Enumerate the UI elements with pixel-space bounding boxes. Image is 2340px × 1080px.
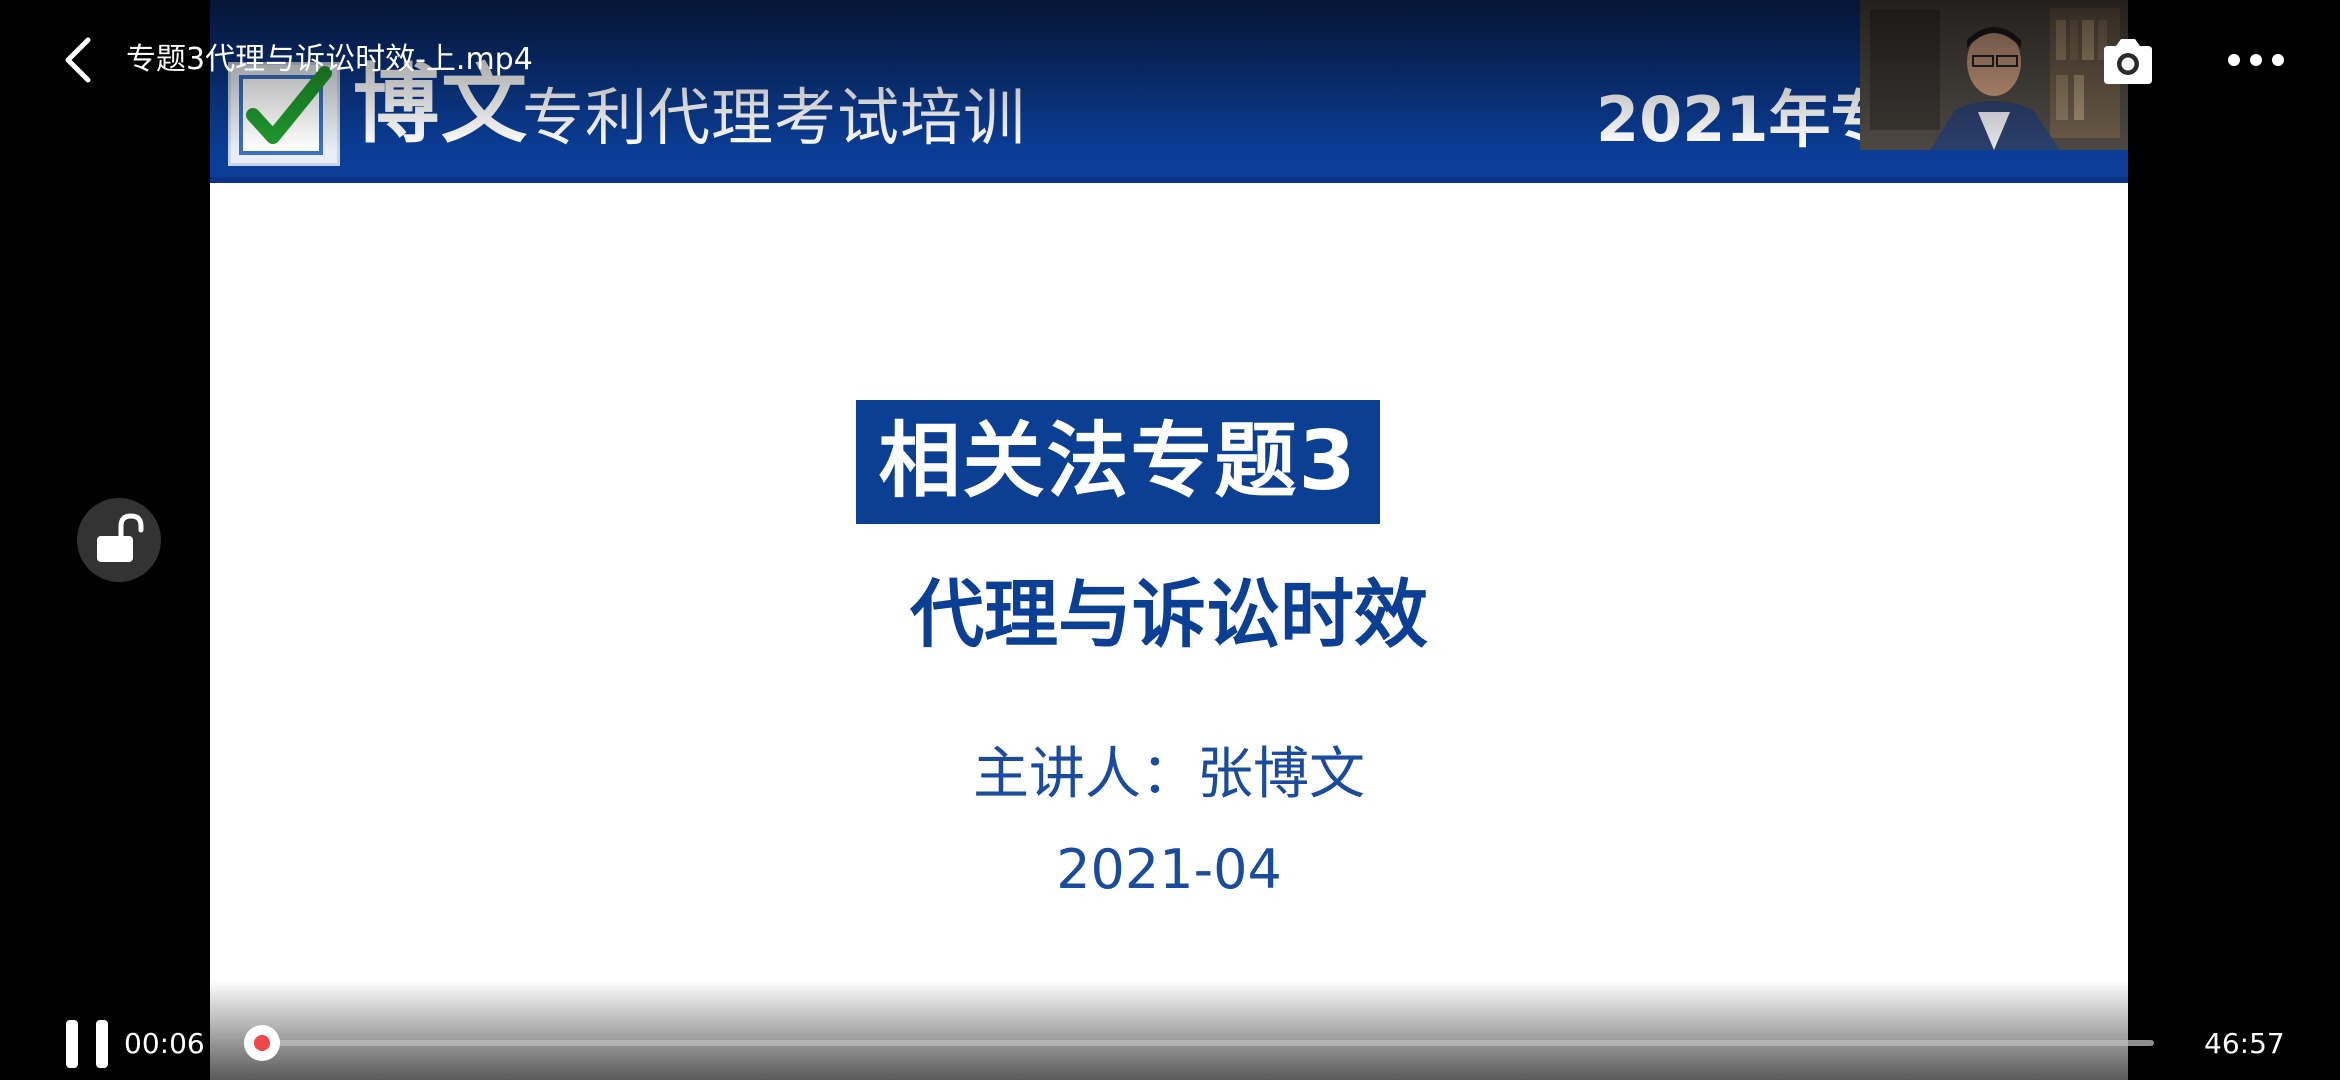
course-year-title: 2021年专 — [1596, 83, 1893, 156]
video-player-screen[interactable]: 博文 专利代理考试培训 2021年专 相关法专题3 代理与诉讼时效 主讲人：张博… — [0, 0, 2340, 1080]
more-options-button[interactable] — [2224, 42, 2288, 78]
video-frame[interactable]: 博文 专利代理考试培训 2021年专 相关法专题3 代理与诉讼时效 主讲人：张博… — [210, 0, 2128, 1080]
lecture-date: 2021-04 — [1056, 838, 1282, 901]
lecturer-webcam-overlay — [1860, 0, 2128, 150]
topic-subtitle: 代理与诉讼时效 — [910, 572, 1428, 658]
more-dots-icon — [2228, 54, 2284, 66]
lecturer-video-image — [1860, 0, 2128, 150]
unlock-icon — [97, 513, 144, 562]
back-button[interactable] — [50, 30, 110, 90]
topic-title-box: 相关法专题3 — [856, 400, 1380, 524]
lecturer-name: 主讲人：张博文 — [973, 742, 1365, 807]
progress-bar[interactable] — [244, 1025, 2154, 1061]
progress-thumb[interactable] — [244, 1025, 280, 1061]
brand-subtitle: 专利代理考试培训 — [522, 81, 1027, 154]
screenshot-button[interactable] — [2098, 32, 2158, 92]
chevron-left-icon — [65, 37, 91, 83]
video-title: 专题3代理与诉讼时效-上.mp4 — [126, 42, 533, 77]
camera-icon — [2104, 39, 2152, 84]
pause-button[interactable] — [62, 1018, 112, 1070]
screen-lock-button[interactable] — [77, 498, 161, 582]
current-time: 00:06 — [124, 1027, 205, 1060]
pause-icon — [66, 1020, 108, 1068]
total-duration: 46:57 — [2204, 1027, 2285, 1060]
slide-header-banner: 博文 专利代理考试培训 2021年专 — [210, 0, 2128, 183]
topic-title: 相关法专题3 — [878, 414, 1358, 509]
